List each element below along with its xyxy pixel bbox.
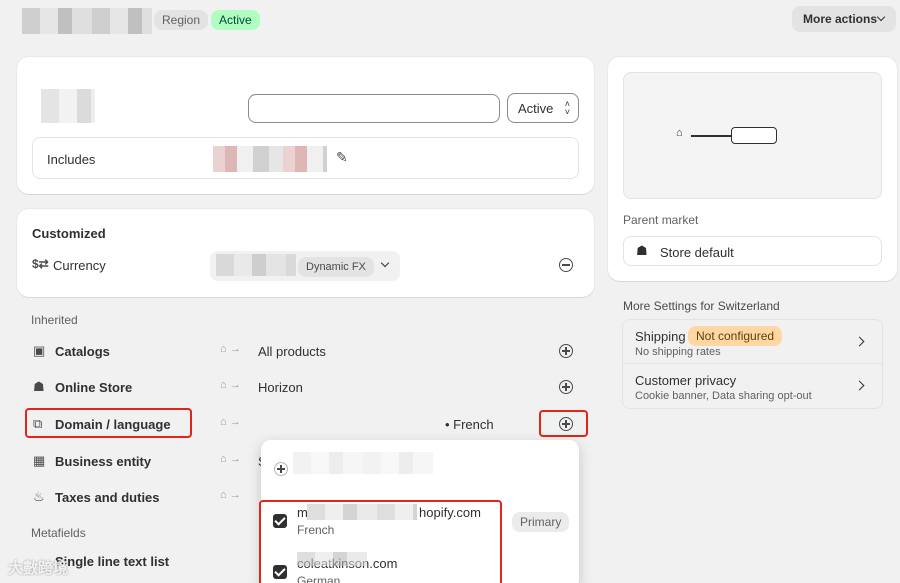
select-arrows-icon: ˄ ˅ xyxy=(564,99,570,117)
catalogs-value: All products xyxy=(258,344,326,359)
store-arrow-icon: ⌂ → xyxy=(220,379,241,391)
remove-currency-icon[interactable] xyxy=(559,258,573,272)
currency-value-redacted xyxy=(216,254,296,276)
more-settings-title: More Settings for Switzerland xyxy=(623,299,780,313)
parent-market-select[interactable]: ☗ Store default xyxy=(623,236,882,266)
hierarchy-node xyxy=(731,127,777,144)
add-domain-option-icon[interactable] xyxy=(274,462,288,476)
shipping-subtitle: No shipping rates xyxy=(635,346,721,358)
hierarchy-connector-line xyxy=(691,135,731,137)
chevron-right-icon xyxy=(854,380,865,391)
catalog-icon: ▣ xyxy=(33,343,46,358)
domain-language-highlight xyxy=(25,408,192,438)
domain-language-value: • French xyxy=(445,417,494,432)
inherited-row-business-entity: Business entity xyxy=(55,454,152,469)
included-regions-redacted xyxy=(213,146,327,172)
inherited-row-catalogs: Catalogs xyxy=(55,344,110,359)
online-store-value: Horizon xyxy=(258,380,303,395)
inherited-row-online-store: Online Store xyxy=(55,380,133,395)
includes-label: Includes xyxy=(47,152,96,167)
store-arrow-icon: ⌂ → xyxy=(220,453,241,465)
region-badge: Region xyxy=(154,10,209,30)
status-select-value: Active xyxy=(518,101,554,116)
add-online-store-icon[interactable] xyxy=(559,380,573,394)
parent-market-card: ⌂ Parent market ☗ Store default xyxy=(608,57,897,281)
more-actions-label: More actions xyxy=(803,12,878,26)
edit-pencil-icon[interactable]: ✎ xyxy=(336,149,348,166)
customized-heading: Customized xyxy=(32,226,106,241)
store-default-label: Store default xyxy=(660,245,734,260)
status-select[interactable]: Active ˄ ˅ xyxy=(507,93,579,123)
chevron-down-icon xyxy=(380,258,390,268)
metafield-row: Single line text list xyxy=(55,554,170,569)
metafields-heading: Metafields xyxy=(31,526,86,540)
privacy-subtitle: Cookie banner, Data sharing opt-out xyxy=(635,390,812,402)
currency-select[interactable]: Dynamic FX xyxy=(210,251,400,281)
inherited-heading: Inherited xyxy=(31,313,78,327)
more-actions-button[interactable]: More actions xyxy=(792,6,896,32)
more-settings-list: Shipping Not configured No shipping rate… xyxy=(622,319,883,409)
customer-privacy-row[interactable]: Customer privacy Cookie banner, Data sha… xyxy=(623,364,882,408)
active-status-badge: Active xyxy=(211,10,260,30)
add-domain-option-redacted xyxy=(293,452,433,474)
currency-label: Currency xyxy=(53,258,106,273)
market-hierarchy-preview: ⌂ xyxy=(623,72,882,199)
shipping-title: Shipping xyxy=(635,329,686,344)
store-arrow-icon: ⌂ → xyxy=(220,489,241,501)
market-details-card: Active ˄ ˅ Includes ✎ xyxy=(17,57,594,194)
chevron-right-icon xyxy=(854,336,865,347)
inherited-row-taxes: Taxes and duties xyxy=(55,490,160,505)
dynamic-fx-badge: Dynamic FX xyxy=(298,257,374,277)
privacy-title: Customer privacy xyxy=(635,373,737,388)
store-home-icon: ⌂ xyxy=(676,127,683,139)
primary-badge: Primary xyxy=(512,512,570,532)
domain-options-highlight xyxy=(259,500,502,583)
store-arrow-icon: ⌂ → xyxy=(220,343,241,355)
includes-box: Includes ✎ xyxy=(32,137,579,179)
add-catalog-icon[interactable] xyxy=(559,344,573,358)
market-name-input[interactable] xyxy=(248,94,500,123)
chevron-down-icon xyxy=(876,12,886,22)
parent-market-label: Parent market xyxy=(623,213,699,227)
taxes-icon: ♨ xyxy=(33,489,45,504)
add-domain-highlight xyxy=(539,410,588,437)
watermark: 大數跨境 xyxy=(8,560,69,577)
not-configured-badge: Not configured xyxy=(688,326,783,346)
market-title-redacted xyxy=(22,8,152,34)
market-name-redacted xyxy=(41,89,95,123)
store-arrow-icon: ⌂ → xyxy=(220,416,241,428)
business-entity-icon: ▦ xyxy=(33,453,46,468)
online-store-icon: ☗ xyxy=(33,379,45,394)
customization-card: Customized $⇄ Currency Dynamic FX xyxy=(17,209,594,297)
shipping-settings-row[interactable]: Shipping Not configured No shipping rate… xyxy=(623,320,882,364)
currency-exchange-icon: $⇄ xyxy=(32,257,49,271)
store-icon: ☗ xyxy=(636,243,648,258)
